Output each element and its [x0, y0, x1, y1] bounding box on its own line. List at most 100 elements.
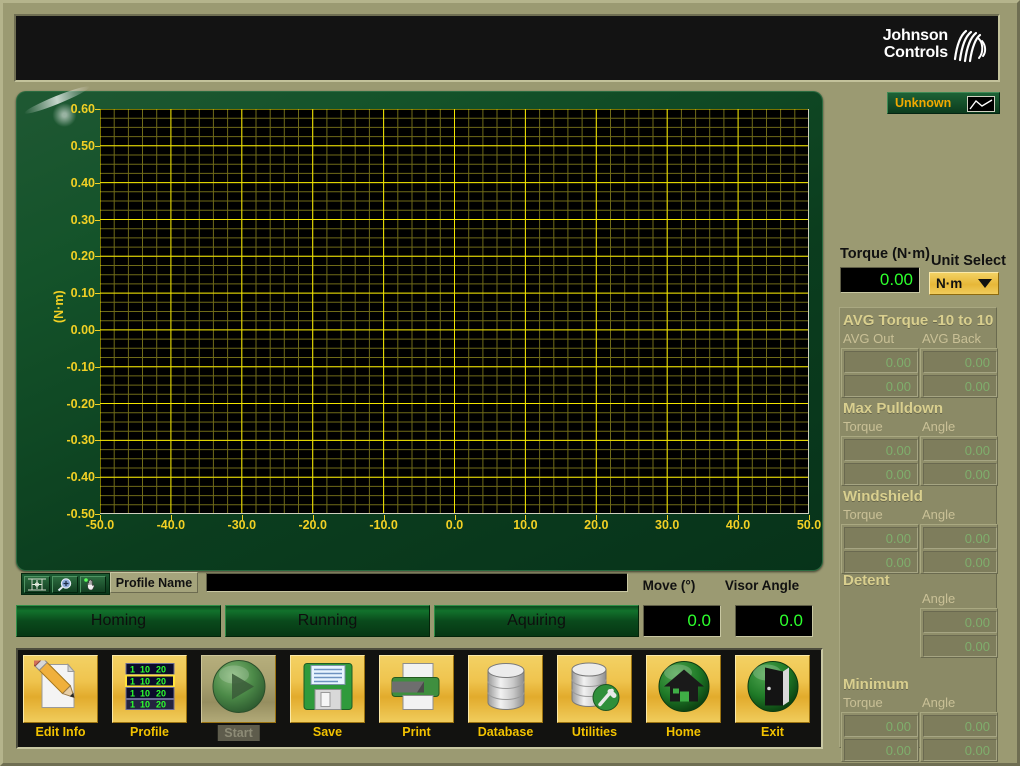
y-tick-label: 0.40: [70, 175, 95, 190]
svg-text:20: 20: [156, 689, 166, 699]
measurement-value: 0.00: [923, 611, 997, 633]
x-tick-mark: [454, 515, 456, 520]
measurement-value: 0.00: [923, 351, 997, 373]
y-tick-label: 0.50: [70, 138, 95, 153]
measurement-cell-group: 0.00 0.00: [920, 436, 998, 486]
y-tick-label: -0.40: [66, 470, 96, 485]
toolbar-button-face[interactable]: [379, 655, 454, 723]
graph-tool-palette[interactable]: [21, 573, 110, 595]
main-toolbar[interactable]: Edit Info 1 10 20 1 10 20 1 10 20 1 10 20 Profil…: [16, 648, 823, 749]
measurement-value: 0.00: [923, 463, 997, 485]
x-tick-mark: [312, 515, 314, 520]
svg-text:1: 1: [130, 700, 135, 710]
status-lamp-aquiring: Aquiring: [434, 605, 639, 637]
fingerprint-swoosh-icon: [953, 29, 987, 63]
x-tick-label: 50.0: [796, 518, 822, 532]
plot-legend[interactable]: Unknown: [887, 92, 1000, 114]
floppy-disk-icon: [302, 662, 354, 717]
measurement-value: 0.00: [844, 375, 918, 397]
y-tick-label: -0.20: [66, 396, 96, 411]
status-lamp-homing: Homing: [16, 605, 221, 637]
torque-angle-chart[interactable]: (N·m) 0.60 0.50 0.40 0.30 0.20 0.10 0.00 -0.10 -…: [16, 91, 823, 571]
y-tick-label: 0.00: [70, 322, 95, 337]
profile-name-field[interactable]: [206, 573, 628, 592]
x-tick-label: -50.0: [85, 518, 115, 532]
measurement-column-label: Angle: [922, 419, 956, 434]
measurement-group-title: Max Pulldown: [843, 400, 944, 417]
visor-angle-readout: 0.0: [735, 605, 813, 637]
y-tick-mark: [95, 477, 100, 479]
plot-area[interactable]: [100, 109, 809, 514]
x-tick-mark: [525, 515, 527, 520]
toolbar-button-face[interactable]: [646, 655, 721, 723]
y-tick-mark: [95, 403, 100, 405]
toolbar-button-profile[interactable]: 1 10 20 1 10 20 1 10 20 1 10 20 Profile: [112, 655, 187, 745]
x-tick-label: 20.0: [584, 518, 609, 532]
measurement-cell-group: 0.00 0.00: [920, 608, 998, 658]
toolbar-button-exit[interactable]: Exit: [735, 655, 810, 745]
measurements-panel: AVG Torque -10 to 10 AVG Out AVG Back 0.00 0…: [839, 307, 998, 762]
measurement-column-label: Torque: [843, 695, 883, 710]
y-tick-mark: [95, 366, 100, 368]
toolbar-button-print[interactable]: Print: [379, 655, 454, 745]
legend-label: Unknown: [895, 96, 952, 110]
magnifier-plus-icon[interactable]: [52, 575, 78, 593]
measurement-column-label: Angle: [922, 507, 956, 522]
toolbar-button-database[interactable]: Database: [468, 655, 543, 745]
y-tick-label: -0.30: [66, 433, 96, 448]
toolbar-button-utilities[interactable]: Utilities: [557, 655, 632, 745]
measurement-value: 0.00: [844, 715, 918, 737]
toolbar-button-save[interactable]: Save: [290, 655, 365, 745]
measurement-value: 0.00: [923, 375, 997, 397]
svg-text:10: 10: [140, 665, 150, 675]
x-tick-mark: [738, 515, 740, 520]
measurement-cell-group: 0.00 0.00: [841, 348, 919, 398]
y-tick-label: -0.10: [66, 359, 96, 374]
toolbar-button-label: Edit Info: [35, 725, 86, 739]
toolbar-button-face[interactable]: [290, 655, 365, 723]
svg-text:20: 20: [156, 665, 166, 675]
toolbar-button-face[interactable]: [468, 655, 543, 723]
x-tick-mark: [100, 515, 101, 520]
toolbar-button-label: Print: [402, 725, 431, 739]
measurement-value: 0.00: [923, 715, 997, 737]
measurement-value: 0.00: [923, 439, 997, 461]
document-pencil-icon: [28, 652, 88, 718]
toolbar-button-edit-info[interactable]: Edit Info: [23, 652, 98, 745]
svg-text:1: 1: [130, 665, 135, 675]
toolbar-button-face: [201, 655, 276, 723]
x-tick-label: -10.0: [369, 518, 398, 532]
database-wrench-icon: [568, 661, 622, 718]
measurement-value: 0.00: [923, 739, 997, 761]
toolbar-button-face[interactable]: [23, 652, 98, 723]
toolbar-button-label: Profile: [130, 725, 169, 739]
x-tick-label: -40.0: [156, 518, 186, 532]
measurement-column-label: Torque: [843, 507, 883, 522]
toolbar-button-face[interactable]: [557, 655, 632, 723]
svg-text:20: 20: [156, 677, 166, 687]
plot-line-icon[interactable]: [967, 96, 995, 112]
toolbar-button-face[interactable]: 1 10 20 1 10 20 1 10 20 1 10 20: [112, 655, 187, 723]
svg-text:10: 10: [140, 700, 150, 710]
plot-container[interactable]: 0.60 0.50 0.40 0.30 0.20 0.10 0.00 -0.10 -0.20 -0…: [67, 102, 822, 597]
crosshair-icon[interactable]: [24, 575, 50, 593]
svg-text:20: 20: [156, 700, 166, 710]
x-tick-label: 10.0: [513, 518, 538, 532]
measurement-cell-group: 0.00 0.00: [920, 524, 998, 574]
toolbar-button-label: Database: [477, 725, 534, 739]
johnson-controls-logo: Johnson Controls: [860, 24, 990, 76]
unit-select-dropdown[interactable]: N·m: [929, 272, 999, 295]
toolbar-button-label: Utilities: [571, 725, 618, 739]
toolbar-button-home[interactable]: Home: [646, 655, 721, 745]
unit-select-value: N·m: [936, 276, 963, 291]
y-tick-label: 0.10: [70, 286, 95, 301]
toolbar-button-face[interactable]: [735, 655, 810, 723]
x-tick-mark: [596, 515, 598, 520]
printer-icon: [389, 662, 445, 717]
toolbar-button-label: Save: [312, 725, 343, 739]
measurement-column-label: Angle: [922, 695, 956, 710]
x-tick-label: 40.0: [725, 518, 751, 532]
measurement-cell-group: 0.00 0.00: [920, 348, 998, 398]
hand-icon[interactable]: [80, 575, 106, 593]
x-tick-mark: [241, 515, 243, 520]
